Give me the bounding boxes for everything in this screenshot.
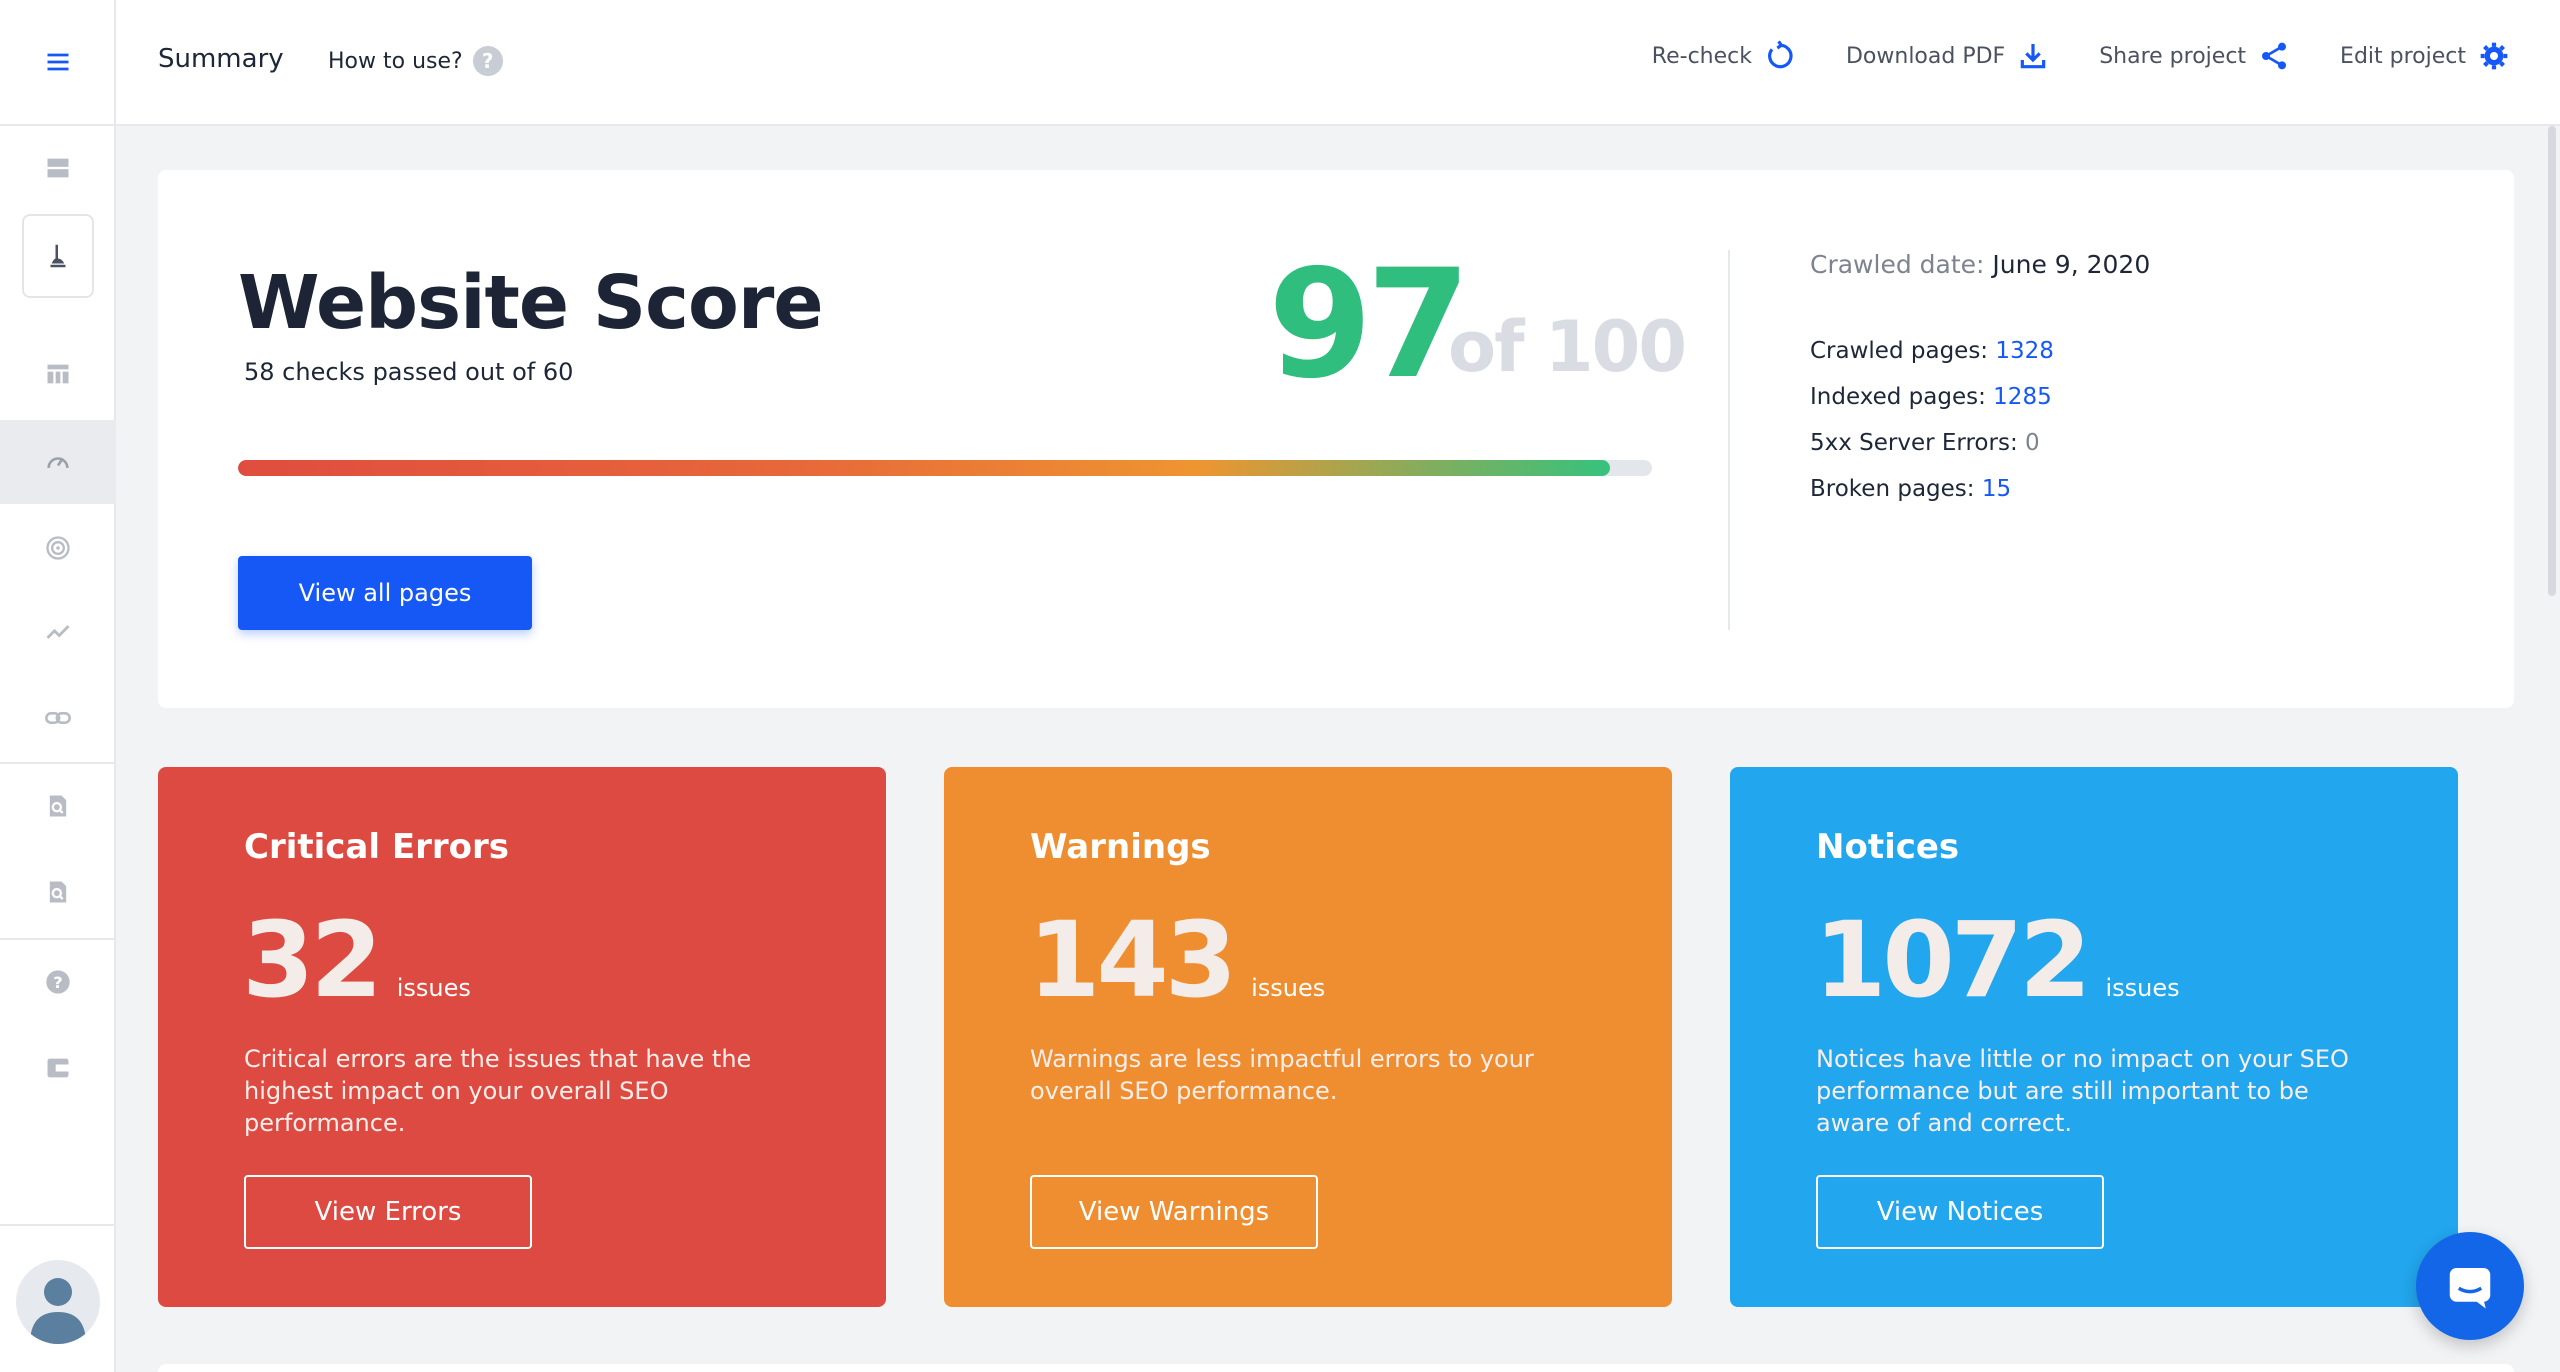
brand-logo-icon (50, 244, 66, 268)
issue-count-unit: issues (396, 974, 471, 1002)
view-notices-button[interactable]: View Notices (1816, 1175, 2104, 1249)
issue-count: 32 issues (242, 899, 471, 1021)
search-doc-icon[interactable] (0, 852, 116, 932)
download-pdf-button[interactable]: Download PDF (1846, 40, 2049, 72)
score-title: Website Score (238, 260, 824, 346)
share-project-label: Share project (2099, 43, 2247, 69)
edit-project-label: Edit project (2340, 43, 2466, 69)
sidebar-divider (0, 762, 116, 764)
menu-icon[interactable] (0, 22, 116, 102)
recheck-label: Re-check (1651, 43, 1752, 69)
sidebar: ? (0, 0, 116, 1372)
view-errors-button[interactable]: View Errors (244, 1175, 532, 1249)
search-doc-icon[interactable] (0, 766, 116, 846)
download-icon (2020, 44, 2046, 69)
stat-broken-pages: Broken pages: 15 (1810, 476, 2054, 522)
score-progress-fill (238, 460, 1610, 476)
issue-count-value: 1072 (1814, 899, 2091, 1021)
notices-card: Notices 1072 issues Notices have little … (1730, 767, 2458, 1307)
stat-crawled-pages: Crawled pages: 1328 (1810, 338, 2054, 384)
top-bar: Summary How to use? ? Re-check Download … (116, 0, 2560, 126)
dashboard-gauge-icon[interactable] (0, 420, 116, 504)
how-to-use-label: How to use? (328, 48, 463, 74)
stat-value[interactable]: 1285 (1993, 384, 2052, 410)
chat-icon (2449, 1268, 2491, 1309)
stat-value[interactable]: 1328 (1995, 338, 2054, 364)
svg-text:?: ? (53, 973, 62, 992)
server-icon[interactable] (0, 128, 116, 208)
checks-passed-text: 58 checks passed out of 60 (244, 358, 574, 386)
issue-count-unit: issues (2105, 974, 2180, 1002)
issue-count-unit: issues (1251, 974, 1326, 1002)
issue-title: Warnings (1030, 827, 1211, 867)
stat-indexed-pages: Indexed pages: 1285 (1810, 384, 2054, 430)
crawled-date-label: Crawled date: (1810, 250, 1985, 279)
page-title: Summary (158, 44, 284, 74)
how-to-use-link[interactable]: How to use? ? (328, 46, 503, 76)
warnings-card: Warnings 143 issues Warnings are less im… (944, 767, 1672, 1307)
crawl-stats: Crawled pages: 1328 Indexed pages: 1285 … (1810, 338, 2054, 522)
card-icon[interactable] (0, 1028, 116, 1108)
vertical-divider (1728, 250, 1730, 630)
issue-description: Warnings are less impactful errors to yo… (1030, 1045, 1534, 1105)
share-icon (2262, 42, 2287, 70)
critical-errors-card: Critical Errors 32 issues Critical error… (158, 767, 886, 1307)
stat-label: Broken pages: (1810, 476, 1975, 502)
issue-title: Critical Errors (244, 827, 509, 867)
link-icon[interactable] (0, 678, 116, 758)
website-score-card: Website Score 58 checks passed out of 60… (158, 170, 2514, 708)
recheck-button[interactable]: Re-check (1652, 40, 1796, 72)
issue-count: 1072 issues (1814, 899, 2180, 1021)
next-section-card (158, 1364, 2514, 1372)
download-pdf-label: Download PDF (1845, 43, 2006, 69)
target-icon[interactable] (0, 508, 116, 588)
gear-icon (2480, 42, 2508, 70)
sidebar-divider (0, 1224, 116, 1226)
crawled-date: Crawled date: June 9, 2020 (1810, 250, 2150, 279)
issue-description: Critical errors are the issues that have… (244, 1045, 752, 1137)
view-all-pages-button[interactable]: View all pages (238, 556, 532, 630)
score-value: 97 (1268, 238, 1471, 412)
user-avatar[interactable] (16, 1260, 100, 1344)
header-actions: Re-check Download PDF Share project Edit… (1652, 40, 2510, 72)
issue-description: Notices have little or no impact on your… (1816, 1045, 2349, 1137)
help-icon[interactable]: ? (0, 942, 116, 1022)
stat-5xx-errors: 5xx Server Errors: 0 (1810, 430, 2054, 476)
question-icon: ? (472, 46, 503, 76)
score-progress-bar (238, 460, 1652, 476)
stat-value[interactable]: 15 (1982, 476, 2011, 502)
issue-count-value: 143 (1028, 899, 1237, 1021)
stat-label: 5xx Server Errors: (1810, 430, 2018, 456)
table-icon[interactable] (0, 334, 116, 414)
chat-widget-button[interactable] (2416, 1232, 2524, 1340)
stat-label: Indexed pages: (1810, 384, 1986, 410)
issue-title: Notices (1816, 827, 1960, 867)
crawled-date-value: June 9, 2020 (1992, 250, 2151, 279)
view-warnings-button[interactable]: View Warnings (1030, 1175, 1318, 1249)
refresh-icon (1768, 40, 1793, 69)
edit-project-button[interactable]: Edit project (2340, 40, 2510, 72)
issue-count-value: 32 (242, 899, 383, 1021)
trend-icon[interactable] (0, 592, 116, 672)
issue-count: 143 issues (1028, 899, 1325, 1021)
sidebar-divider (0, 124, 116, 126)
scrollbar[interactable] (2544, 126, 2560, 1372)
stat-label: Crawled pages: (1810, 338, 1989, 364)
sidebar-divider (0, 938, 116, 940)
scrollbar-thumb[interactable] (2548, 126, 2556, 596)
share-project-button[interactable]: Share project (2099, 40, 2290, 72)
score-max: of 100 (1448, 306, 1687, 388)
stat-value: 0 (2025, 430, 2040, 456)
project-logo[interactable] (22, 214, 94, 298)
